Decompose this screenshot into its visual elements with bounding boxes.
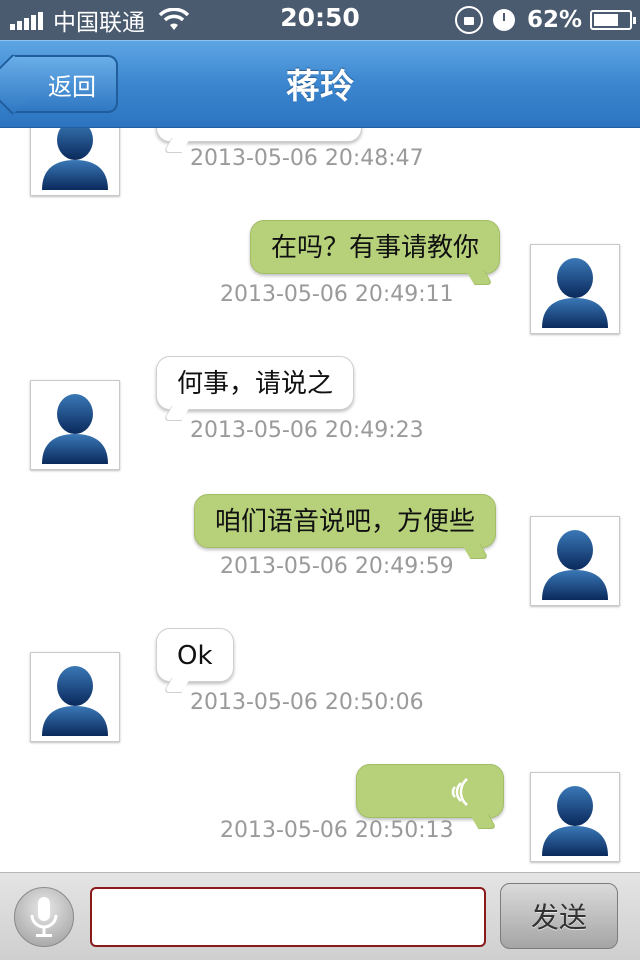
- microphone-icon: [30, 897, 58, 937]
- voice-input-button[interactable]: [14, 887, 74, 947]
- status-bar: 中国联通 20:50 62%: [0, 0, 640, 40]
- message-timestamp: 2013-05-06 20:48:47: [190, 146, 424, 171]
- message-timestamp: 2013-05-06 20:49:59: [220, 554, 454, 579]
- my-avatar[interactable]: [530, 244, 620, 334]
- contact-avatar[interactable]: [30, 380, 120, 470]
- my-avatar[interactable]: [530, 516, 620, 606]
- page-title: 蒋玲: [286, 67, 354, 107]
- incoming-message-bubble[interactable]: [156, 128, 362, 142]
- message-timestamp: 2013-05-06 20:49:11: [220, 282, 454, 307]
- message-text: 咱们语音说吧，方便些: [215, 507, 476, 537]
- my-avatar[interactable]: [530, 772, 620, 862]
- incoming-message-bubble[interactable]: Ok: [156, 628, 234, 682]
- chat-message-list[interactable]: 2013-05-06 20:48:47 在吗？有事请教你 2013-05-06 …: [0, 128, 640, 872]
- outgoing-message-bubble[interactable]: 在吗？有事请教你: [250, 220, 501, 274]
- alarm-clock-icon: [492, 9, 515, 31]
- incoming-message-bubble[interactable]: 何事，请说之: [156, 356, 355, 410]
- message-text: 何事，请说之: [177, 369, 334, 399]
- battery-icon: [590, 10, 636, 30]
- battery-percent: 62%: [526, 7, 582, 33]
- message-timestamp: 2013-05-06 20:50:13: [220, 818, 454, 843]
- message-text: Ok: [177, 641, 213, 671]
- navigation-bar: 返回 蒋玲: [0, 40, 640, 128]
- message-timestamp: 2013-05-06 20:49:23: [190, 418, 424, 443]
- person-silhouette-icon: [42, 394, 108, 464]
- message-text: 在吗？有事请教你: [271, 233, 480, 263]
- contact-avatar[interactable]: [30, 652, 120, 742]
- send-button[interactable]: 发送: [500, 883, 618, 949]
- person-silhouette-icon: [542, 258, 608, 328]
- person-silhouette-icon: [542, 530, 608, 600]
- status-right: 62%: [454, 4, 636, 36]
- message-timestamp: 2013-05-06 20:50:06: [190, 690, 424, 715]
- message-text-input[interactable]: [90, 887, 486, 947]
- outgoing-message-bubble[interactable]: 咱们语音说吧，方便些: [194, 494, 497, 548]
- person-silhouette-icon: [42, 128, 108, 190]
- person-silhouette-icon: [42, 666, 108, 736]
- person-silhouette-icon: [542, 786, 608, 856]
- message-input-bar: 发送: [0, 872, 640, 960]
- contact-avatar[interactable]: [30, 128, 120, 196]
- back-button-label: 返回: [48, 72, 96, 101]
- rotation-lock-icon: [454, 6, 483, 34]
- sound-wave-icon: [451, 778, 468, 806]
- outgoing-voice-message-bubble[interactable]: [356, 764, 504, 818]
